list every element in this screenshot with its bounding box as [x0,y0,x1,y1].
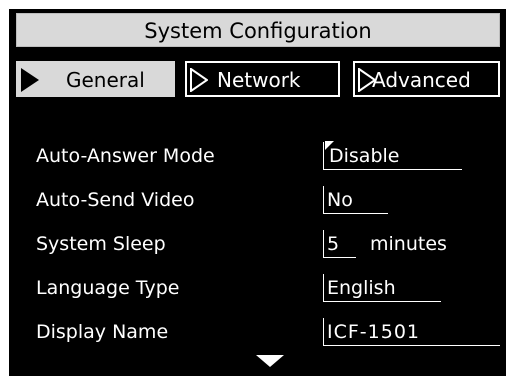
play-triangle-outline-icon [190,68,208,92]
system-sleep-label: System Sleep [36,233,166,255]
setting-row-auto-answer: Auto-Answer Mode Disable [0,139,515,173]
setting-row-language-type: Language Type English [0,271,515,305]
auto-send-video-label: Auto-Send Video [36,189,195,211]
display-name-value: ICF-1501 [327,321,421,343]
auto-send-video-value: No [327,189,353,211]
system-sleep-unit: minutes [370,233,447,255]
tab-advanced-label: Advanced [372,68,471,92]
tab-network[interactable]: Network [185,61,340,97]
chevron-down-icon[interactable] [256,355,284,367]
setting-row-display-name: Display Name ICF-1501 [0,315,515,349]
tab-advanced[interactable]: Advanced [353,61,500,97]
language-type-label: Language Type [36,277,180,299]
tab-general-label: General [66,68,145,92]
auto-answer-label: Auto-Answer Mode [36,145,215,167]
play-triangle-icon [21,68,39,92]
page-title: System Configuration [16,13,500,47]
display-name-label: Display Name [36,321,169,343]
system-sleep-value: 5 [327,233,340,255]
auto-answer-value: Disable [329,145,400,167]
setting-row-system-sleep: System Sleep 5 minutes [0,227,515,261]
tab-network-label: Network [217,68,301,92]
tab-general[interactable]: General [16,61,175,97]
language-type-value: English [327,277,396,299]
setting-row-auto-send-video: Auto-Send Video No [0,183,515,217]
